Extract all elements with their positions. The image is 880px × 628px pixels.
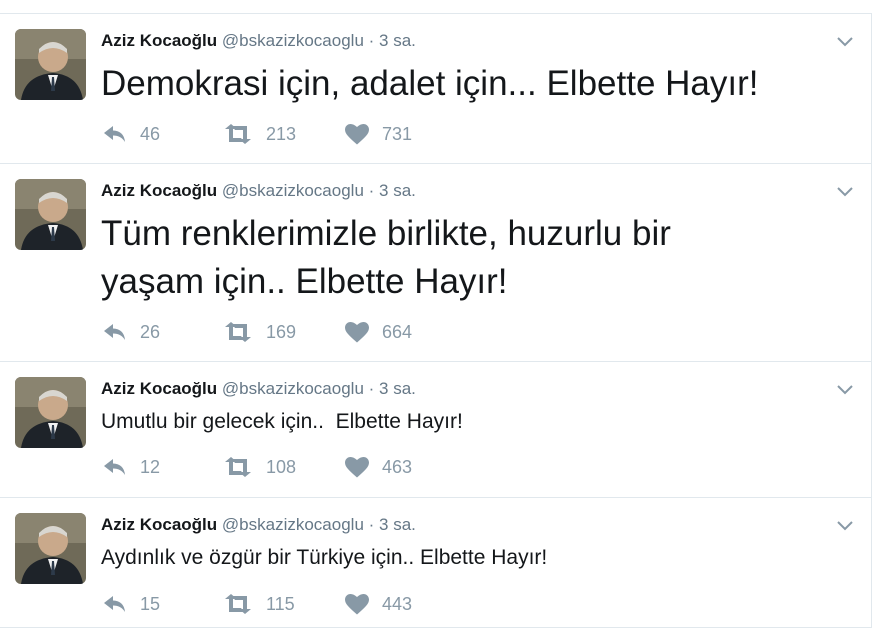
like-count: 463 xyxy=(382,456,413,477)
retweet-count: 213 xyxy=(266,123,297,144)
tweet-header: Aziz Kocaoğlu @bskazizkocaoglu · 3 sa. xyxy=(101,378,416,400)
retweet-count: 108 xyxy=(266,456,297,477)
tweet[interactable]: Aziz Kocaoğlu @bskazizkocaoglu · 3 sa. T… xyxy=(0,164,872,362)
like-count: 664 xyxy=(382,321,413,342)
separator: · xyxy=(368,181,375,200)
retweet-button[interactable]: 213 xyxy=(223,122,296,146)
tweet-text-line: Demokrasi için, adalet için... Elbette H… xyxy=(101,64,759,103)
retweet-button[interactable]: 169 xyxy=(223,320,296,344)
tweet[interactable]: Aziz Kocaoğlu @bskazizkocaoglu · 3 sa. U… xyxy=(0,362,872,498)
retweet-icon xyxy=(225,322,251,342)
avatar[interactable] xyxy=(15,29,86,100)
tweet[interactable]: Aziz Kocaoğlu @bskazizkocaoglu · 3 sa. D… xyxy=(0,13,872,164)
tweet-header: Aziz Kocaoğlu @bskazizkocaoglu · 3 sa. xyxy=(101,514,416,536)
tweet-header: Aziz Kocaoğlu @bskazizkocaoglu · 3 sa. xyxy=(101,30,416,52)
author-name[interactable]: Aziz Kocaoğlu xyxy=(101,379,217,398)
like-button[interactable]: 664 xyxy=(345,320,412,344)
reply-icon xyxy=(104,324,125,340)
retweet-count: 115 xyxy=(266,593,295,614)
timestamp[interactable]: 3 sa. xyxy=(379,379,416,398)
tweet-text: Tüm renklerimizle birlikte, huzurlu bir … xyxy=(101,210,671,306)
tweet-header: Aziz Kocaoğlu @bskazizkocaoglu · 3 sa. xyxy=(101,180,416,202)
reply-icon xyxy=(104,126,125,142)
author-handle[interactable]: @bskazizkocaoglu xyxy=(222,515,364,534)
retweet-button[interactable]: 115 xyxy=(223,592,295,616)
chevron-down-icon[interactable] xyxy=(835,182,855,202)
reply-count: 15 xyxy=(140,593,161,614)
tweet-text-line: yaşam için.. Elbette Hayır! xyxy=(101,262,508,301)
retweet-icon xyxy=(225,594,251,614)
heart-icon xyxy=(345,456,369,477)
reply-button[interactable]: 26 xyxy=(103,320,160,344)
author-name[interactable]: Aziz Kocaoğlu xyxy=(101,31,217,50)
heart-icon xyxy=(345,321,369,342)
reply-count: 46 xyxy=(140,123,161,144)
tweet-text-line: Tüm renklerimizle birlikte, huzurlu bir xyxy=(101,214,671,253)
timestamp[interactable]: 3 sa. xyxy=(379,181,416,200)
author-name[interactable]: Aziz Kocaoğlu xyxy=(101,515,217,534)
like-button[interactable]: 731 xyxy=(345,122,412,146)
tweet-text: Demokrasi için, adalet için... Elbette H… xyxy=(101,60,758,108)
like-count: 731 xyxy=(382,123,413,144)
retweet-button[interactable]: 108 xyxy=(223,455,296,479)
heart-icon xyxy=(345,593,369,614)
reply-button[interactable]: 12 xyxy=(103,455,160,479)
chevron-down-icon[interactable] xyxy=(835,32,855,52)
chevron-down-icon[interactable] xyxy=(835,380,855,400)
avatar[interactable] xyxy=(15,513,86,584)
avatar[interactable] xyxy=(15,179,86,250)
author-name[interactable]: Aziz Kocaoğlu xyxy=(101,181,217,200)
separator: · xyxy=(368,379,375,398)
like-button[interactable]: 443 xyxy=(345,592,412,616)
tweet-text-line: Aydınlık ve özgür bir Türkiye için.. Elb… xyxy=(101,546,548,569)
retweet-icon xyxy=(225,457,251,477)
reply-count: 12 xyxy=(140,456,161,477)
tweet[interactable]: Aziz Kocaoğlu @bskazizkocaoglu · 3 sa. A… xyxy=(0,498,872,628)
tweet-text-line: Umutlu bir gelecek için.. Elbette Hayır! xyxy=(101,410,463,433)
author-handle[interactable]: @bskazizkocaoglu xyxy=(222,31,364,50)
timestamp[interactable]: 3 sa. xyxy=(379,515,416,534)
tweet-timeline: Aziz Kocaoğlu @bskazizkocaoglu · 3 sa. D… xyxy=(0,0,880,628)
author-handle[interactable]: @bskazizkocaoglu xyxy=(222,181,364,200)
reply-button[interactable]: 15 xyxy=(103,592,160,616)
avatar[interactable] xyxy=(15,377,86,448)
reply-icon xyxy=(104,459,125,475)
retweet-count: 169 xyxy=(266,321,297,342)
separator: · xyxy=(368,515,375,534)
tweet-text: Umutlu bir gelecek için.. Elbette Hayır! xyxy=(101,408,463,436)
tweet-text: Aydınlık ve özgür bir Türkiye için.. Elb… xyxy=(101,544,547,572)
reply-count: 26 xyxy=(140,321,161,342)
reply-icon xyxy=(104,596,125,612)
reply-button[interactable]: 46 xyxy=(103,122,160,146)
chevron-down-icon[interactable] xyxy=(835,516,855,536)
like-button[interactable]: 463 xyxy=(345,455,412,479)
like-count: 443 xyxy=(382,593,413,614)
heart-icon xyxy=(345,123,369,144)
separator: · xyxy=(368,31,375,50)
timestamp[interactable]: 3 sa. xyxy=(379,31,416,50)
author-handle[interactable]: @bskazizkocaoglu xyxy=(222,379,364,398)
retweet-icon xyxy=(225,124,251,144)
